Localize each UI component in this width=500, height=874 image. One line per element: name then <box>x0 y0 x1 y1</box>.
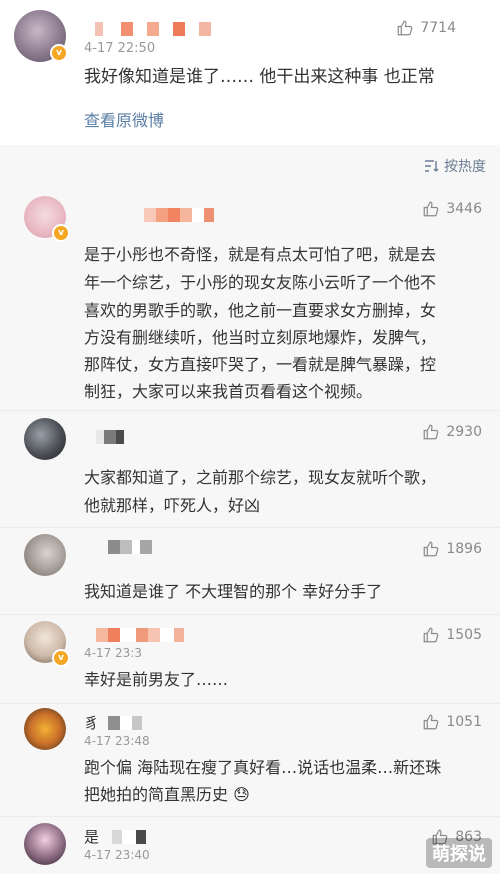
thumbs-up-icon <box>424 541 439 557</box>
like-count: 1896 <box>446 541 482 557</box>
username-mosaic[interactable] <box>95 22 211 38</box>
sort-label: 按热度 <box>444 159 486 175</box>
avatar[interactable] <box>24 823 66 865</box>
post-text: 我好像知道是谁了…… 他干出来这种事 也正常 <box>84 67 435 87</box>
watermark: 萌探说 <box>426 838 492 868</box>
comment-time: 4-17 23:3 <box>84 646 142 660</box>
username-mosaic[interactable] <box>96 628 184 644</box>
avatar[interactable] <box>24 418 66 460</box>
post-time: 4-17 22:50 <box>84 41 156 56</box>
sort-by-hot-button[interactable]: 按热度 <box>424 156 486 176</box>
comment-text-line: 是于小彤也不奇怪，就是有点太可怕了吧，就是去 <box>84 245 437 264</box>
avatar[interactable] <box>24 534 66 576</box>
username-mosaic[interactable] <box>108 716 142 732</box>
comment-text-line: 跑个偏 海陆现在瘦了真好看…说话也温柔…新还珠 <box>84 758 442 777</box>
like-button[interactable]: 3446 <box>422 200 482 218</box>
verified-badge-icon: v <box>52 649 70 667</box>
like-count: 1051 <box>446 714 482 730</box>
verified-badge-icon: v <box>52 224 70 242</box>
like-button[interactable]: 2930 <box>422 423 482 441</box>
divider <box>0 703 500 704</box>
like-count: 3446 <box>446 201 482 217</box>
divider <box>0 614 500 615</box>
top-post: v 4-17 22:50 7714 我好像知道是谁了…… 他干出来这种事 也正常… <box>0 0 500 145</box>
thumbs-up-icon <box>424 714 439 730</box>
like-count: 7714 <box>420 20 456 36</box>
comment-text-line: 把她拍的简直黑历史 😓 <box>84 785 250 804</box>
comment-text-line: 方没有删继续听，他当时立刻原地爆炸，发脾气， <box>84 328 437 347</box>
thumbs-up-icon <box>424 424 439 440</box>
username-mosaic[interactable] <box>96 430 124 446</box>
like-button[interactable]: 1051 <box>422 713 482 731</box>
comment-time: 4-17 23:40 <box>84 848 150 862</box>
thumbs-up-icon <box>424 627 439 643</box>
like-button[interactable]: 1505 <box>422 626 482 644</box>
comment-text-line: 那阵仗，女方直接吓哭了，一看就是脾气暴躁，控 <box>84 355 437 374</box>
divider <box>0 816 500 817</box>
sort-icon <box>425 160 439 172</box>
view-original-link[interactable]: 查看原微博 <box>84 107 164 131</box>
like-count: 2930 <box>446 424 482 440</box>
comment-text-line: 大家都知道了，之前那个综艺，现女友就听个歌， <box>84 468 437 487</box>
comment-text-line: 制狂，大家可以来我首页看看这个视频。 <box>84 382 373 401</box>
username-mosaic[interactable] <box>112 830 146 846</box>
like-button[interactable]: 1896 <box>422 540 482 558</box>
like-count: 1505 <box>446 627 482 643</box>
like-button[interactable]: 7714 <box>396 19 456 37</box>
divider <box>0 527 500 528</box>
comment-text-line: 年一个综艺，于小彤的现女友陈小云听了一个他不 <box>84 273 437 292</box>
username-mosaic[interactable] <box>108 540 152 556</box>
comment-text-line: 他就那样，吓死人，好凶 <box>84 496 261 515</box>
divider <box>0 410 500 411</box>
comment-text-line: 喜欢的男歌手的歌，他之前一直要求女方删掉，女 <box>84 301 437 320</box>
avatar[interactable] <box>24 708 66 750</box>
comment-time: 4-17 23:48 <box>84 734 150 748</box>
comment-text-line: 幸好是前男友了…… <box>84 670 229 689</box>
comment-text-line: 我知道是谁了 不大理智的那个 幸好分手了 <box>84 582 383 601</box>
thumbs-up-icon <box>398 20 413 36</box>
verified-badge-icon: v <box>50 44 68 62</box>
thumbs-up-icon <box>424 201 439 217</box>
username-mosaic[interactable] <box>144 208 214 224</box>
